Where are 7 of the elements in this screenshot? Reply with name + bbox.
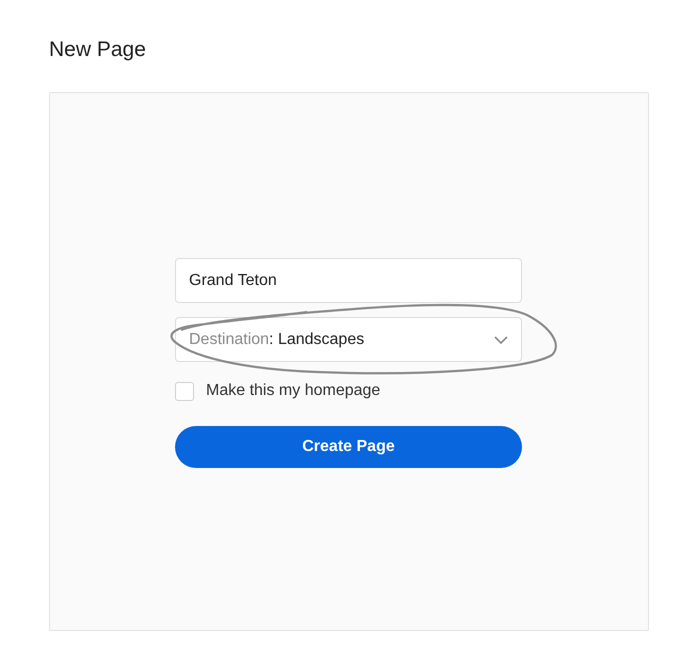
homepage-label: Make this my homepage: [206, 381, 380, 401]
homepage-checkbox[interactable]: [175, 382, 194, 400]
chevron-down-icon: [494, 336, 508, 344]
create-page-button[interactable]: Create Page: [175, 426, 522, 468]
name-field[interactable]: Grand Teton: [175, 258, 522, 303]
page-title: New Page: [49, 37, 147, 63]
destination-dropdown[interactable]: Destination: Landscapes: [175, 317, 522, 362]
